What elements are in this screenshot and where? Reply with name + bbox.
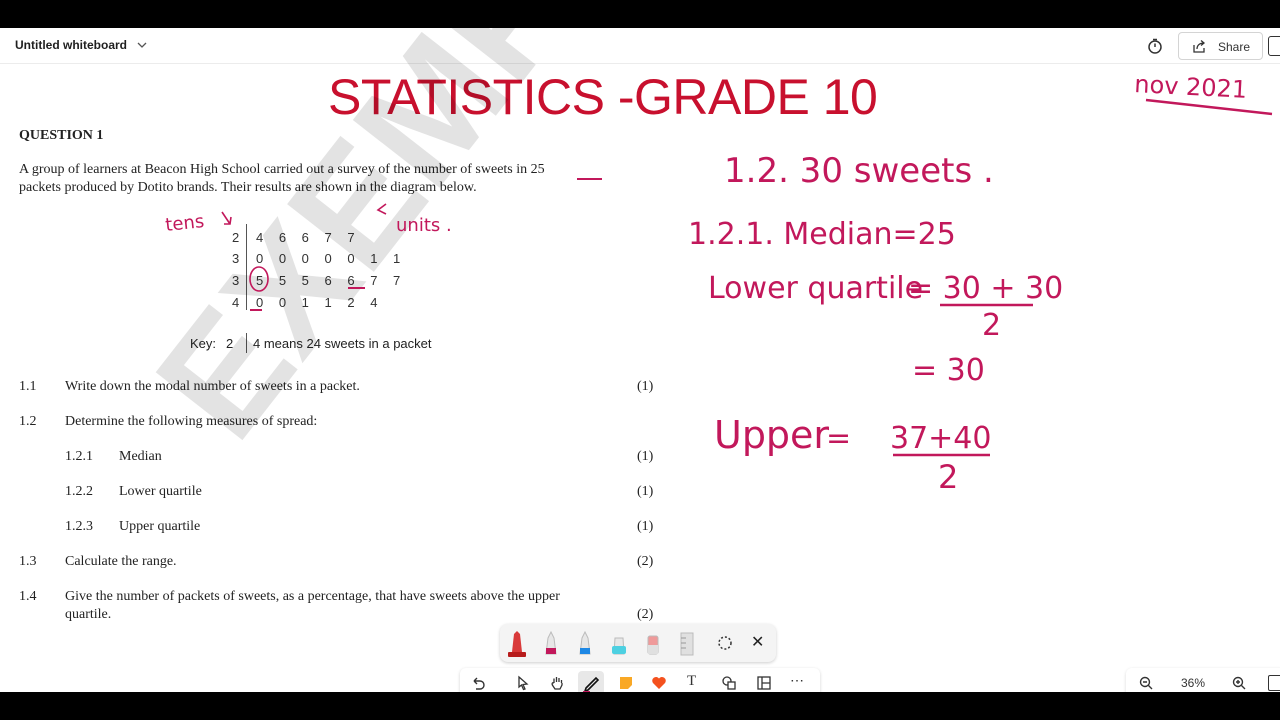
share-button[interactable]: Share [1178,32,1263,60]
pen-tool-icon[interactable] [578,671,604,692]
leaf-values: 0 0 0 0 0 1 1 [256,251,407,266]
whiteboard-app: Untitled whiteboard Share STATISTICS -GR… [0,28,1280,692]
median-ink[interactable]: 1.2.1. Median=25 [688,217,956,252]
eraser-icon[interactable] [642,630,664,658]
item-text: Give the number of packets of sweets, as… [65,589,560,604]
tens-arrow-ink [221,211,232,225]
fit-to-screen-icon[interactable] [1268,675,1280,691]
bottom-toolbar: T ⋯ [460,668,820,692]
canvas-title[interactable]: STATISTICS -GRADE 10 [328,68,878,126]
answer-1-2-ink[interactable]: 1.2. 30 sweets . [724,151,994,191]
shapes-icon[interactable] [721,675,737,691]
red-pen-icon[interactable] [506,630,528,658]
lower-quartile-den-ink[interactable]: 2 [982,308,1001,343]
stem-value: 3 [232,251,240,266]
video-letterbox-top [0,0,1280,28]
upper-label-ink[interactable]: Upper [714,413,829,457]
reaction-icon[interactable] [651,675,667,691]
undo-icon[interactable] [470,675,486,691]
units-ink[interactable]: units . [396,215,452,236]
text-tool-icon[interactable]: T [687,673,703,689]
zoom-out-icon[interactable] [1138,675,1154,691]
question-intro-line1: A group of learners at Beacon High Schoo… [19,162,545,177]
leaf-values: 0 0 1 1 2 4 [256,295,384,310]
blue-pen-icon[interactable] [574,630,596,658]
date-underline-ink [1145,98,1273,116]
item-text: Median [119,449,162,464]
title-bar: Untitled whiteboard Share [0,28,1280,64]
share-label: Share [1218,40,1251,54]
item-text: Upper quartile [119,519,201,534]
item-text: Determine the following measures of spre… [65,414,318,429]
select-icon[interactable] [515,675,531,691]
upper-num-ink[interactable]: 37+40 [890,421,991,456]
item-number: 1.1 [19,379,37,394]
stem-value: 2 [232,230,240,245]
item-number: 1.2.1 [65,449,93,464]
stem-value: 4 [232,295,240,310]
item-marks: (1) [637,449,654,464]
key-stem: 2 [226,336,234,351]
item-text-continued: quartile. [65,607,112,622]
close-icon[interactable]: ✕ [751,632,764,652]
video-letterbox-bottom [0,692,1280,720]
date-note-ink[interactable]: nov 2021 [1134,70,1248,104]
item-marks: (1) [637,519,654,534]
item-number: 1.2 [19,414,37,429]
item-text: Write down the modal number of sweets in… [65,379,360,394]
lower-quartile-label-ink[interactable]: Lower quartile [708,271,923,306]
magenta-pen-icon[interactable] [540,630,562,658]
lower-quartile-result-ink[interactable]: = 30 [912,353,985,388]
share-icon [1193,40,1206,53]
ruler-icon[interactable] [676,630,698,658]
tens-ink[interactable]: tens [164,211,205,236]
item-text: Calculate the range. [65,554,177,569]
item-number: 1.2.3 [65,519,93,534]
side-panel-icon[interactable] [1268,36,1280,56]
whiteboard-title[interactable]: Untitled whiteboard [15,38,127,52]
item-marks: (1) [637,379,654,394]
item-number: 1.4 [19,589,37,604]
zoom-level[interactable]: 36% [1181,676,1205,690]
leaf-values: 5 5 5 6 6 7 7 [256,273,407,288]
upper-eq-ink[interactable]: = [826,421,851,456]
zoom-in-icon[interactable] [1231,675,1247,691]
templates-icon[interactable] [756,675,772,691]
units-arrow-ink [376,203,387,215]
stem-value: 3 [232,273,240,288]
item-number: 1.3 [19,554,37,569]
item-marks: (2) [637,554,654,569]
lasso-icon[interactable] [714,630,736,658]
leaf-values: 4 6 6 7 7 [256,230,361,245]
hand-icon[interactable] [549,675,565,691]
pen-tray: ✕ [500,624,776,662]
item-number: 1.2.2 [65,484,93,499]
item-marks: (1) [637,484,654,499]
sticky-note-icon[interactable] [618,675,634,691]
chevron-down-icon[interactable] [136,39,148,51]
upper-den-ink[interactable]: 2 [938,458,958,496]
key-text: 4 means 24 sweets in a packet [253,336,432,351]
zoom-control: 36% [1126,668,1280,692]
item-text: Lower quartile [119,484,202,499]
timer-icon[interactable] [1146,37,1164,55]
stem-leaf-divider [246,224,247,310]
question-intro-line2: packets produced by Dotito brands. Their… [19,180,477,195]
item-marks: (2) [637,607,654,622]
lower-quartile-eq-ink[interactable]: = 30 + 30 [908,271,1063,306]
question-heading: QUESTION 1 [19,128,104,143]
more-icon[interactable]: ⋯ [790,672,806,688]
highlighter-icon[interactable] [608,630,630,658]
key-label: Key: [190,336,217,351]
key-divider [246,333,247,353]
